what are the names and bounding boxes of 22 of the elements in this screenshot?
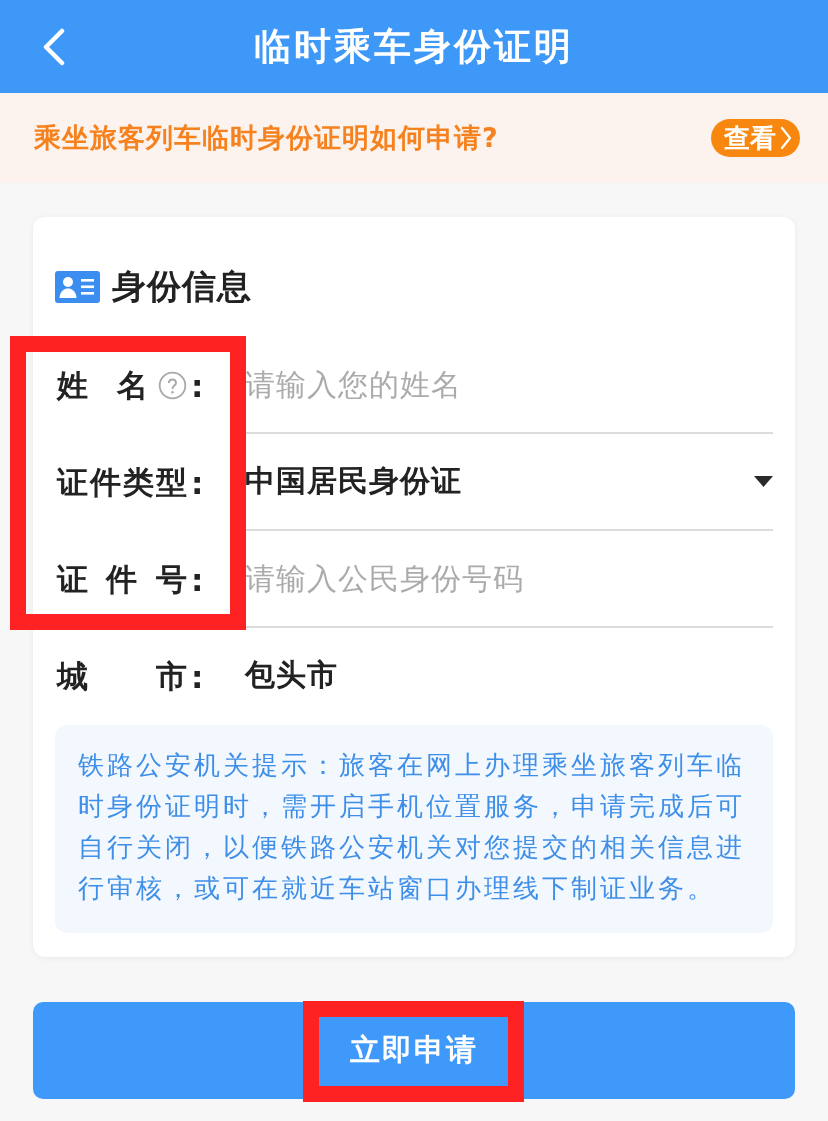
id-card-icon bbox=[55, 271, 100, 303]
chevron-right-icon bbox=[780, 126, 792, 150]
field-label: 姓 名 bbox=[57, 365, 148, 405]
notice-text: 乘坐旅客列车临时身份证明如何申请? bbox=[34, 121, 499, 155]
input-field[interactable]: 请输入公民身份号码 bbox=[245, 548, 773, 609]
caret-down-icon bbox=[754, 476, 773, 487]
label-colon: : bbox=[191, 464, 204, 501]
field-label: 城 市 bbox=[57, 656, 187, 696]
view-link[interactable]: 查看 bbox=[711, 119, 800, 157]
page-title: 临时乘车身份证明 bbox=[254, 23, 574, 70]
field-value: 包头市 bbox=[245, 656, 338, 694]
tip-text: 铁路公安机关提示：旅客在网上办理乘坐旅客列车临时身份证明时，需开启手机位置服务，申请完成后可自行关闭，以便铁路公安机关对您提交的相关信息进行审核，或可在就近车站窗口办理线下制证业务。 bbox=[55, 725, 773, 933]
help-icon[interactable] bbox=[158, 371, 187, 400]
field-label: 证件类型 bbox=[57, 462, 187, 502]
input-field[interactable]: 请输入您的姓名 bbox=[245, 354, 773, 415]
section-title: 身份信息 bbox=[112, 265, 252, 308]
label-colon: : bbox=[191, 658, 204, 695]
field-label: 证 件 号 bbox=[57, 559, 187, 599]
label-colon: : bbox=[191, 367, 204, 404]
back-icon bbox=[41, 27, 65, 66]
label-colon: : bbox=[191, 561, 204, 598]
select-field[interactable]: 中国居民身份证 bbox=[245, 451, 773, 512]
